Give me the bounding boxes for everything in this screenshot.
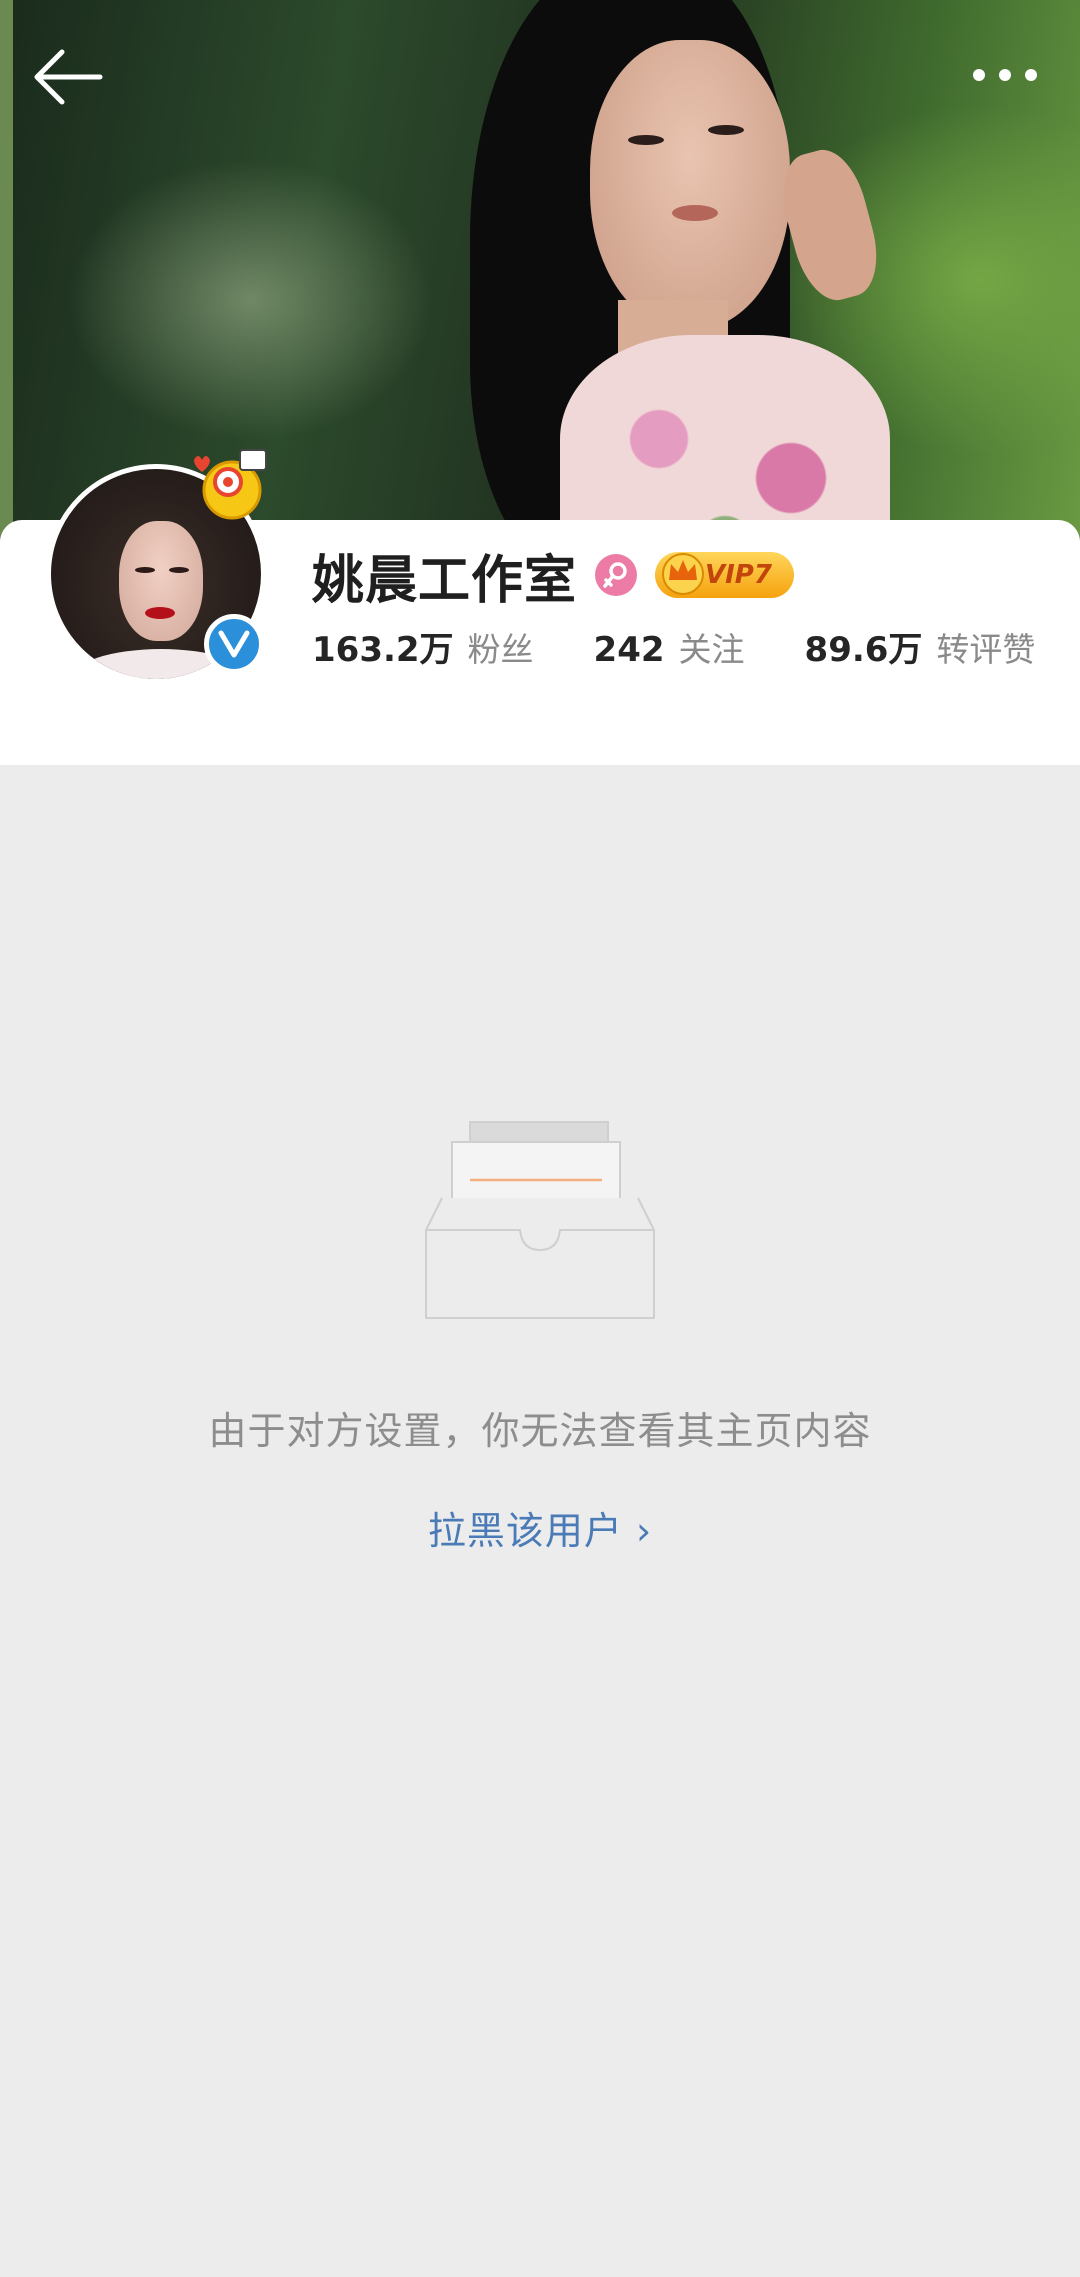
avatar-pendant-icon — [194, 449, 267, 520]
vip-label: VIP7 — [705, 560, 772, 590]
crown-icon — [662, 553, 705, 595]
stat-value: 242 — [593, 630, 665, 670]
stat-label: 关注 — [678, 630, 745, 669]
more-button[interactable] — [960, 60, 1050, 90]
stat-value: 89.6万 — [804, 630, 923, 670]
empty-state-message: 由于对方设置，你无法查看其主页内容 — [208, 1409, 872, 1453]
female-icon — [603, 562, 627, 588]
stat-value: 163.2万 — [312, 630, 454, 670]
profile-name: 姚晨工作室 — [312, 550, 578, 611]
arrow-left-icon — [34, 49, 103, 105]
gender-badge — [595, 554, 638, 596]
stat-label: 粉丝 — [467, 630, 534, 669]
name-row: 姚晨工作室 VIP7 — [312, 540, 794, 611]
stat-following[interactable]: 242 关注 — [594, 623, 745, 671]
stat-followers[interactable]: 163.2万 粉丝 — [312, 622, 534, 671]
cover-photo[interactable] — [0, 0, 1080, 540]
avatar[interactable] — [46, 449, 267, 684]
verified-badge — [204, 614, 264, 674]
more-horizontal-icon — [973, 69, 985, 81]
empty-inbox-icon — [425, 1121, 655, 1319]
vip-badge[interactable]: VIP7 — [655, 552, 794, 598]
block-user-link[interactable]: 拉黑该用户 › — [0, 1500, 1080, 1555]
stat-likes[interactable]: 89.6万 转评赞 — [805, 622, 1036, 671]
back-button[interactable] — [30, 44, 106, 110]
verified-v-icon — [218, 630, 250, 658]
profile-stats: 163.2万 粉丝 242 关注 89.6万 转评赞 — [312, 622, 1035, 671]
stat-label: 转评赞 — [936, 630, 1036, 669]
profile-page: 姚晨工作室 VIP7 163.2万 粉丝 242 关注 89.6万 转评赞 由于… — [0, 0, 1080, 2277]
